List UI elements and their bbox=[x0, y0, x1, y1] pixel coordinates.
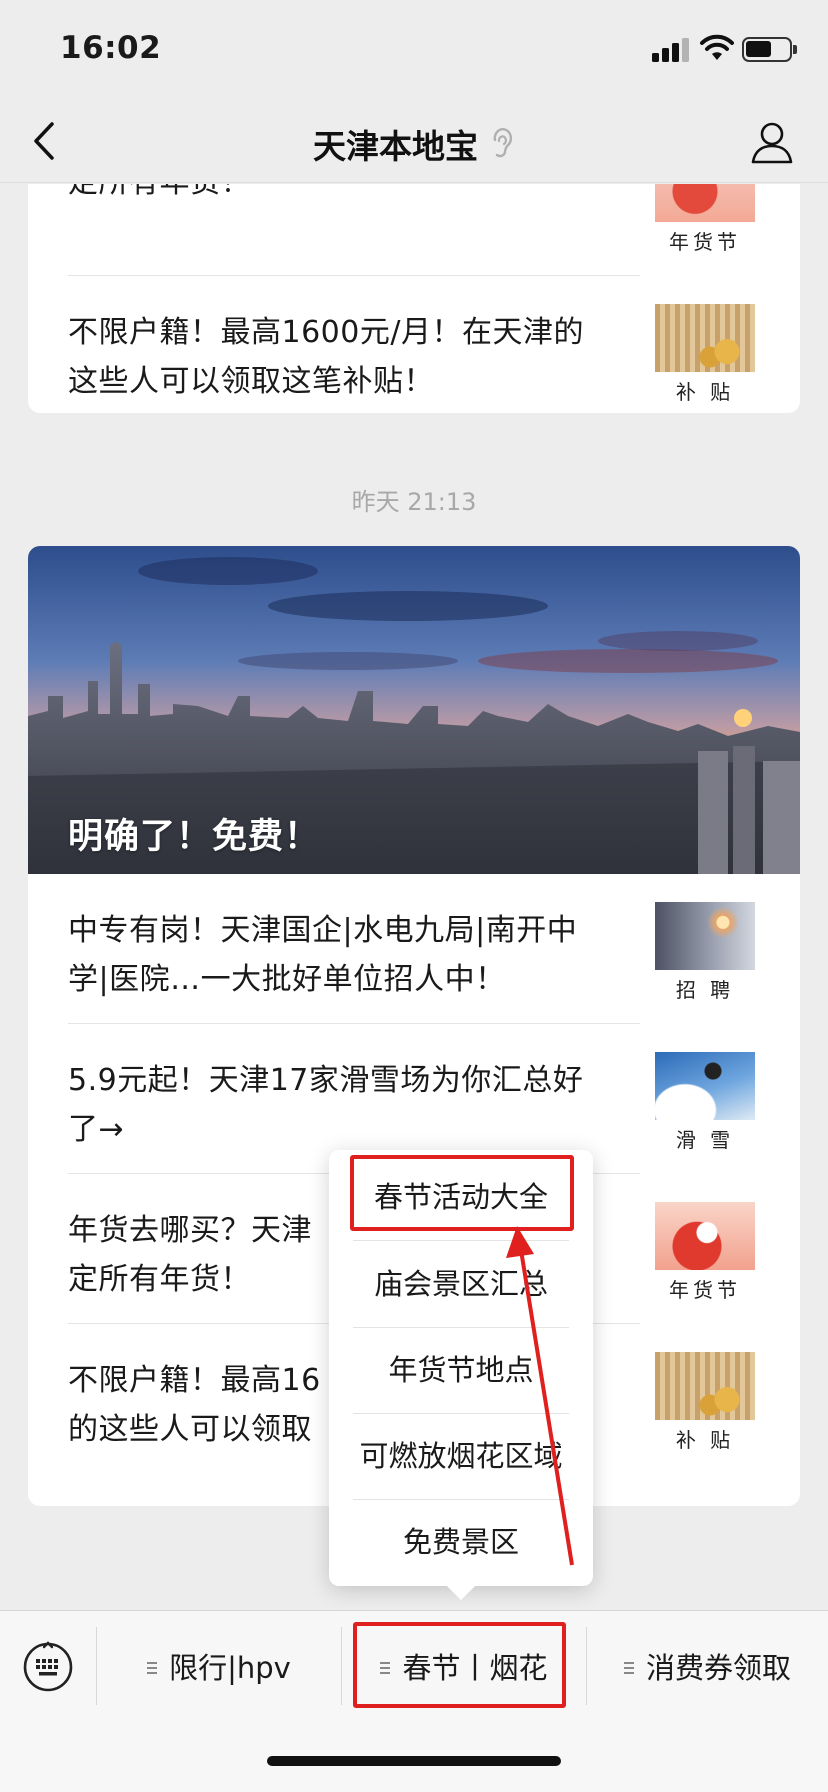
highlight-box-submenu-item bbox=[350, 1155, 574, 1231]
submenu-indicator-icon bbox=[147, 1661, 158, 1675]
thumbnail-caption: 年货节 bbox=[669, 230, 741, 254]
article-thumbnail: 年货节 bbox=[655, 184, 755, 254]
menu-button-consumer-vouchers[interactable]: 消费券领取 bbox=[587, 1621, 828, 1711]
keyboard-toggle-icon[interactable] bbox=[22, 1641, 74, 1693]
thumbnail-caption: 滑 雪 bbox=[675, 1128, 735, 1152]
subsidy-coins-image bbox=[655, 1352, 755, 1420]
article-thumbnail: 招 聘 bbox=[655, 902, 755, 1002]
article-thumbnail: 补 贴 bbox=[655, 1352, 755, 1452]
hero-article[interactable]: 明确了！免费！ bbox=[28, 546, 800, 874]
article-card: 定所有年货！ 年货节 不限户籍！最高1600元/月！在天津的这些人可以领取这笔补… bbox=[28, 184, 800, 413]
hero-title: 明确了！免费！ bbox=[68, 817, 321, 857]
submenu-indicator-icon bbox=[623, 1661, 634, 1675]
profile-icon[interactable] bbox=[748, 118, 796, 166]
nav-bar: 天津本地宝 bbox=[0, 100, 828, 183]
battery-icon bbox=[742, 37, 797, 62]
submenu-item-new-year-markets[interactable]: 年货节地点 bbox=[329, 1327, 593, 1413]
article-title: 不限户籍！最高1600元/月！在天津的这些人可以领取这笔补贴！ bbox=[68, 315, 584, 399]
skiing-image bbox=[655, 1052, 755, 1120]
message-timestamp: 昨天 21:13 bbox=[351, 488, 477, 516]
article-title: 定所有年货！ bbox=[68, 184, 600, 207]
thumbnail-caption: 补 贴 bbox=[675, 1428, 735, 1452]
cellular-signal-icon bbox=[652, 36, 692, 62]
article-thumbnail: 补 贴 bbox=[655, 304, 755, 404]
subsidy-coins-image bbox=[655, 304, 755, 372]
home-indicator[interactable] bbox=[267, 1756, 561, 1766]
menu-button-traffic-hpv[interactable]: 限行|hpv bbox=[97, 1621, 341, 1711]
new-year-festival-image bbox=[655, 184, 755, 222]
wifi-icon bbox=[700, 34, 734, 60]
article-item[interactable]: 定所有年货！ 年货节 bbox=[28, 184, 800, 276]
submenu-item-free-attractions[interactable]: 免费景区 bbox=[329, 1499, 593, 1585]
article-item[interactable]: 不限户籍！最高1600元/月！在天津的这些人可以领取这笔补贴！ 补 贴 bbox=[28, 276, 800, 413]
nav-title-area: 天津本地宝 bbox=[0, 120, 828, 168]
status-time: 16:02 bbox=[60, 30, 162, 66]
highlight-box-menu-button bbox=[353, 1622, 566, 1708]
page-title: 天津本地宝 bbox=[312, 127, 478, 166]
submenu-item-temple-fairs[interactable]: 庙会景区汇总 bbox=[329, 1241, 593, 1327]
submenu-item-fireworks-zones[interactable]: 可燃放烟花区域 bbox=[329, 1413, 593, 1499]
ear-icon bbox=[493, 128, 513, 158]
recruitment-image bbox=[655, 902, 755, 970]
article-title: 5.9元起！天津17家滑雪场为你汇总好了→ bbox=[68, 1063, 584, 1147]
new-year-festival-image bbox=[655, 1202, 755, 1270]
article-title: 中专有岗！天津国企|水电九局|南开中学|医院…一大批好单位招人中！ bbox=[68, 913, 578, 997]
article-item[interactable]: 中专有岗！天津国企|水电九局|南开中学|医院…一大批好单位招人中！ 招 聘 bbox=[28, 874, 800, 1024]
article-thumbnail: 滑 雪 bbox=[655, 1052, 755, 1152]
status-bar: 16:02 bbox=[0, 0, 828, 100]
thumbnail-caption: 补 贴 bbox=[675, 380, 735, 404]
thumbnail-caption: 年货节 bbox=[669, 1278, 741, 1302]
thumbnail-caption: 招 聘 bbox=[675, 978, 735, 1002]
article-thumbnail: 年货节 bbox=[655, 1202, 755, 1302]
